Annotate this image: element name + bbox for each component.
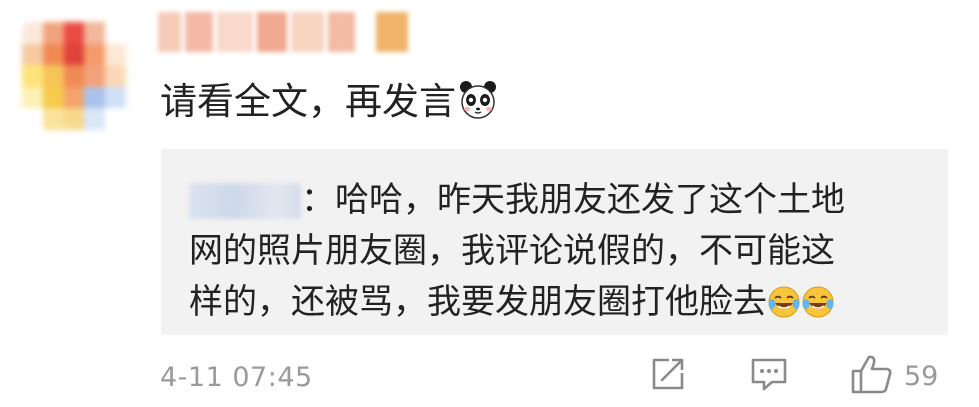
quoted-reply[interactable]: ：哈哈，昨天我朋友还发了这个土地 网的照片朋友圈，我评论说假的，不可能这 样的，… (161, 149, 948, 335)
like-button[interactable]: 59 (850, 352, 938, 400)
thumbs-up-icon (850, 352, 894, 400)
quote-line-3-text: 样的，还被骂，我要发朋友圈打他脸去 (189, 282, 767, 322)
quoted-username[interactable] (189, 183, 301, 219)
like-count: 59 (904, 360, 939, 392)
quote-line-3: 样的，还被骂，我要发朋友圈打他脸去 (189, 277, 929, 334)
reply-button[interactable] (749, 352, 789, 400)
timestamp: 4-11 07:45 (160, 362, 313, 393)
comment-body: 请看全文，再发言 (160, 80, 456, 123)
avatar[interactable] (22, 22, 126, 130)
comment-icon (749, 354, 789, 398)
quote-line-2: 网的照片朋友圈，我评论说假的，不可能这 (189, 231, 835, 271)
laugh-cry-icon (801, 283, 835, 334)
quote-line-1-text: ：哈哈，昨天我朋友还发了这个土地 (301, 180, 845, 220)
laugh-cry-icon (767, 283, 801, 334)
share-icon (648, 354, 688, 398)
comment-text: 请看全文，再发言 (160, 76, 498, 134)
panda-face-icon (458, 80, 498, 134)
quote-line-1: ：哈哈，昨天我朋友还发了这个土地 (189, 175, 929, 226)
forward-button[interactable] (648, 352, 688, 400)
username[interactable] (158, 12, 409, 52)
